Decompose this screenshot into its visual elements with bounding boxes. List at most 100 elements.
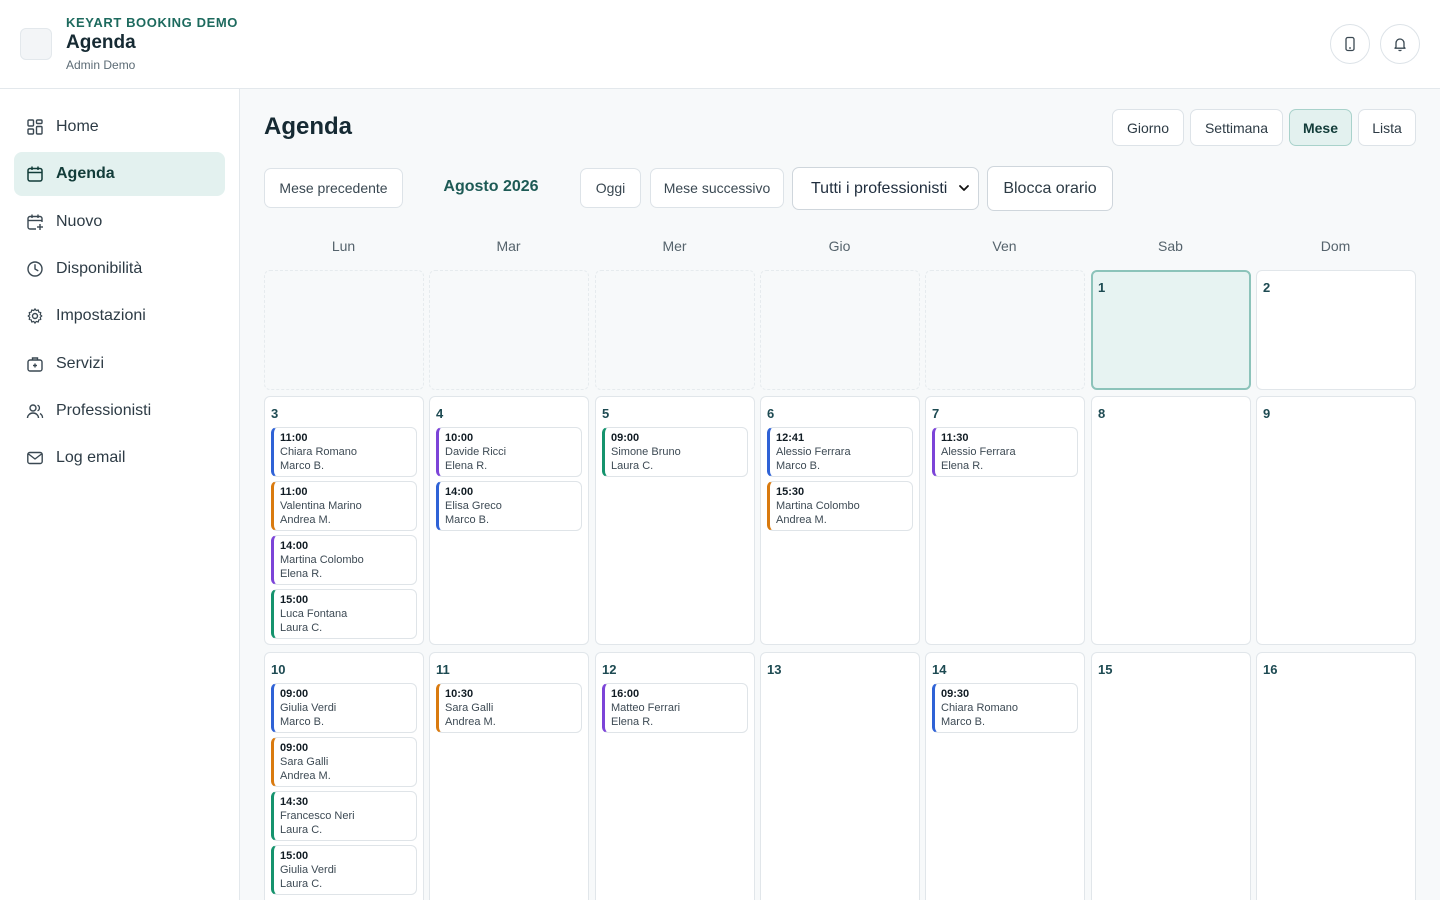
day-cell[interactable]: 15 — [1091, 652, 1251, 900]
sidebar: Home Agenda Nuovo Disponibilità Impostaz… — [0, 89, 240, 900]
view-week-button[interactable]: Settimana — [1190, 109, 1283, 146]
mobile-view-button[interactable] — [1330, 24, 1370, 64]
appointment-card[interactable]: 14:00 Martina Colombo Elena R. — [271, 535, 417, 585]
appointment-time: 11:30 — [941, 432, 969, 444]
professional-filter-select[interactable]: Tutti i professionisti — [792, 167, 979, 210]
appointment-client: Francesco Neri — [280, 810, 355, 822]
previous-month-button[interactable]: Mese precedente — [264, 168, 403, 208]
appointment-card[interactable]: 09:00 Giulia Verdi Marco B. — [271, 683, 417, 733]
day-cell[interactable]: 6 12:41 Alessio Ferrara Marco B. 15:30 Martin… — [760, 396, 920, 645]
appointment-card[interactable]: 09:00 Sara Galli Andrea M. — [271, 737, 417, 787]
page-title: Agenda — [264, 113, 353, 140]
day-number: 15 — [1098, 662, 1113, 677]
appointment-client: Davide Ricci — [445, 446, 507, 458]
day-cell[interactable]: 12 16:00 Matteo Ferrari Elena R. — [595, 652, 755, 900]
appointment-card[interactable]: 12:41 Alessio Ferrara Marco B. — [767, 427, 913, 477]
phone-icon — [1345, 36, 1355, 52]
user-name: Admin Demo — [66, 58, 136, 72]
appointment-card[interactable]: 14:00 Elisa Greco Marco B. — [436, 481, 582, 531]
today-button[interactable]: Oggi — [580, 168, 641, 208]
appointment-client: Sara Galli — [445, 702, 494, 714]
sidebar-item-label: Professionisti — [56, 402, 152, 419]
gear-icon — [26, 307, 44, 325]
sidebar-item-label: Disponibilità — [56, 260, 143, 277]
weekday-header: Lun — [331, 238, 356, 254]
sidebar-item-impostazioni[interactable]: Impostazioni — [14, 294, 225, 338]
view-list-button[interactable]: Lista — [1358, 109, 1416, 146]
appointment-time: 14:00 — [445, 486, 474, 498]
day-cell[interactable]: 16 — [1256, 652, 1416, 900]
appointment-professional: Andrea M. — [280, 770, 331, 782]
appointment-professional: Andrea M. — [445, 716, 496, 728]
appointment-card[interactable]: 16:00 Matteo Ferrari Elena R. — [602, 683, 748, 733]
appointment-card[interactable]: 15:00 Giulia Verdi Laura C. — [271, 845, 417, 895]
day-cell[interactable]: 8 — [1091, 396, 1251, 645]
day-cell[interactable]: 2 — [1256, 270, 1416, 390]
appointment-card[interactable]: 11:30 Alessio Ferrara Elena R. — [932, 427, 1078, 477]
appointment-client: Giulia Verdi — [280, 702, 337, 714]
sidebar-item-label: Log email — [56, 449, 126, 466]
appointment-card[interactable]: 11:00 Valentina Marino Andrea M. — [271, 481, 417, 531]
app-header: KEYART BOOKING DEMO Agenda Admin Demo — [0, 0, 1440, 89]
sidebar-item-agenda[interactable]: Agenda — [14, 152, 225, 196]
sidebar-item-log-email[interactable]: Log email — [14, 436, 225, 480]
day-cell[interactable]: 9 — [1256, 396, 1416, 645]
empty-day-cell — [760, 270, 920, 390]
appointment-card[interactable]: 11:00 Chiara Romano Marco B. — [271, 427, 417, 477]
weekday-header: Gio — [828, 238, 851, 254]
day-number: 12 — [602, 662, 617, 677]
day-number: 1 — [1098, 280, 1106, 295]
appointment-client: Simone Bruno — [611, 446, 681, 458]
appointment-client: Sara Galli — [280, 756, 329, 768]
appointment-card[interactable]: 15:00 Luca Fontana Laura C. — [271, 589, 417, 639]
empty-day-cell — [925, 270, 1085, 390]
sidebar-item-label: Nuovo — [56, 213, 103, 230]
appointment-card[interactable]: 15:30 Martina Colombo Andrea M. — [767, 481, 913, 531]
block-time-button[interactable]: Blocca orario — [987, 166, 1113, 211]
day-cell[interactable]: 4 10:00 Davide Ricci Elena R. 14:00 Elisa Gre… — [429, 396, 589, 645]
day-cell[interactable]: 11 10:30 Sara Galli Andrea M. — [429, 652, 589, 900]
notifications-button[interactable] — [1380, 24, 1420, 64]
appointment-card[interactable]: 14:30 Francesco Neri Laura C. — [271, 791, 417, 841]
day-number: 4 — [436, 406, 444, 421]
day-cell[interactable]: 10 09:00 Giulia Verdi Marco B. 09:00 Sara Gal… — [264, 652, 424, 900]
sidebar-item-servizi[interactable]: Servizi — [14, 342, 225, 386]
empty-day-cell — [595, 270, 755, 390]
appointment-time: 09:00 — [280, 688, 309, 700]
appointment-professional: Elena R. — [280, 568, 323, 580]
sidebar-item-home[interactable]: Home — [14, 105, 225, 149]
appointment-time: 09:30 — [941, 688, 970, 700]
sidebar-item-nuovo[interactable]: Nuovo — [14, 200, 225, 244]
appointment-professional: Andrea M. — [776, 514, 827, 526]
day-cell[interactable]: 5 09:00 Simone Bruno Laura C. — [595, 396, 755, 645]
sidebar-item-professionisti[interactable]: Professionisti — [14, 389, 225, 433]
current-month-label: Agosto 2026 — [443, 178, 539, 195]
appointment-card[interactable]: 09:00 Simone Bruno Laura C. — [602, 427, 748, 477]
day-cell[interactable]: 3 11:00 Chiara Romano Marco B. 11:00 Valentin… — [264, 396, 424, 645]
view-day-button[interactable]: Giorno — [1112, 109, 1184, 146]
view-month-button[interactable]: Mese — [1289, 109, 1352, 146]
weekday-header: Mer — [662, 238, 687, 254]
appointment-time: 09:00 — [611, 432, 640, 444]
appointment-card[interactable]: 10:00 Davide Ricci Elena R. — [436, 427, 582, 477]
weekday-header: Dom — [1320, 238, 1351, 254]
appointment-professional: Marco B. — [280, 460, 325, 472]
next-month-button[interactable]: Mese successivo — [650, 168, 784, 208]
mail-icon — [26, 449, 44, 467]
weekday-header: Ven — [992, 238, 1017, 254]
day-cell[interactable]: 1 — [1091, 270, 1251, 390]
appointment-professional: Laura C. — [280, 622, 323, 634]
day-cell[interactable]: 14 09:30 Chiara Romano Marco B. — [925, 652, 1085, 900]
appointment-time: 11:00 — [280, 432, 308, 444]
logo — [20, 28, 52, 60]
appointment-time: 15:00 — [280, 850, 309, 862]
appointment-card[interactable]: 10:30 Sara Galli Andrea M. — [436, 683, 582, 733]
weekday-header: Sab — [1158, 238, 1183, 254]
day-cell[interactable]: 7 11:30 Alessio Ferrara Elena R. — [925, 396, 1085, 645]
sidebar-item-disponibilita[interactable]: Disponibilità — [14, 247, 225, 291]
appointment-client: Martina Colombo — [776, 500, 860, 512]
appointment-client: Elisa Greco — [445, 500, 502, 512]
appointment-card[interactable]: 09:30 Chiara Romano Marco B. — [932, 683, 1078, 733]
day-cell[interactable]: 13 — [760, 652, 920, 900]
appointment-professional: Marco B. — [280, 716, 325, 728]
